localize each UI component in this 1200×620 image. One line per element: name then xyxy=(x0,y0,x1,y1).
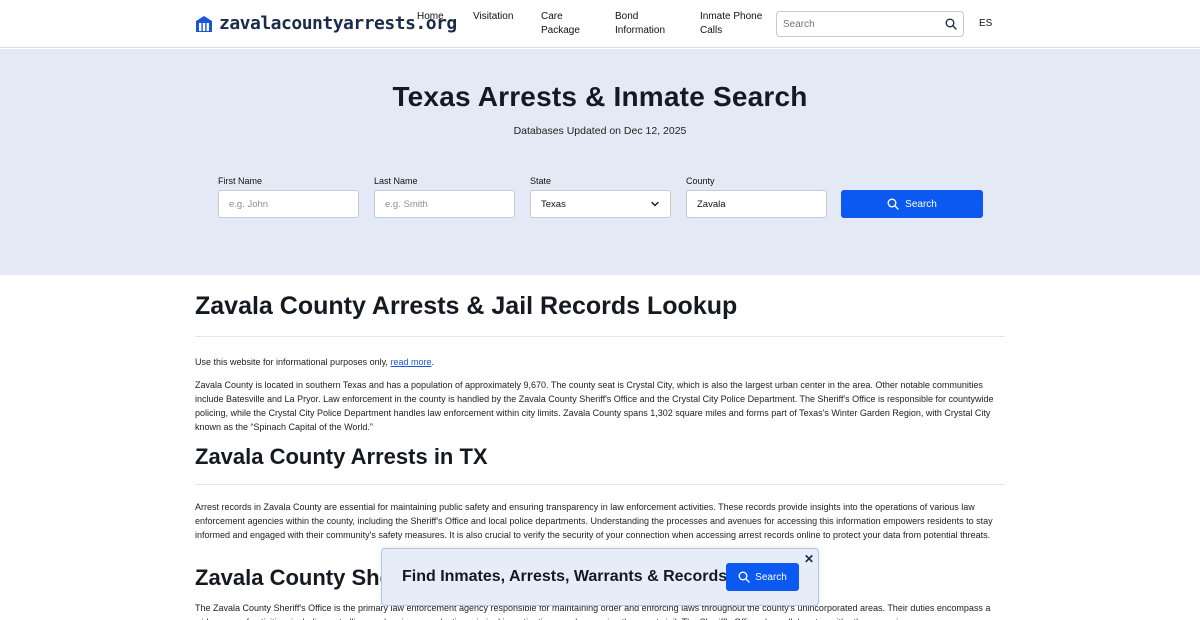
hero-search-section: Texas Arrests & Inmate Search Databases … xyxy=(0,49,1200,275)
hero-search-button-label: Search xyxy=(905,198,937,210)
nav-care-package[interactable]: Care Package xyxy=(541,10,586,38)
header-search xyxy=(776,11,964,37)
county-input[interactable] xyxy=(697,198,816,210)
divider xyxy=(195,484,1005,485)
search-icon xyxy=(738,571,750,583)
search-icon[interactable] xyxy=(945,18,957,30)
last-name-label: Last Name xyxy=(374,176,418,186)
section-heading-arrests: Zavala County Arrests in TX xyxy=(195,444,488,469)
last-name-field xyxy=(374,190,515,218)
state-value: Texas xyxy=(541,198,566,210)
county-field xyxy=(686,190,827,218)
first-name-label: First Name xyxy=(218,176,263,186)
language-toggle[interactable]: ES xyxy=(979,18,992,29)
sticky-bar-text: Find Inmates, Arrests, Warrants & Record… xyxy=(402,568,728,585)
county-label: County xyxy=(686,176,715,186)
nav-inmate-phone-calls[interactable]: Inmate Phone Calls xyxy=(700,10,764,38)
nav-home[interactable]: Home xyxy=(417,10,444,24)
sticky-search-button-label: Search xyxy=(755,571,787,583)
divider xyxy=(195,336,1005,337)
first-name-input[interactable] xyxy=(229,198,348,210)
disclaimer-notice: Use this website for informational purpo… xyxy=(195,355,1007,369)
nav-visitation[interactable]: Visitation xyxy=(473,10,513,24)
header-search-input[interactable] xyxy=(783,18,945,30)
building-icon xyxy=(196,15,212,32)
county-intro-paragraph: Zavala County is located in southern Tex… xyxy=(195,380,994,432)
nav-bond-information[interactable]: Bond Information xyxy=(615,10,673,38)
read-more-link[interactable]: read more xyxy=(390,357,431,367)
state-select[interactable]: Texas xyxy=(530,190,671,218)
state-label: State xyxy=(530,176,552,186)
sticky-search-button[interactable]: Search xyxy=(726,563,799,591)
hero-subtitle: Databases Updated on Dec 12, 2025 xyxy=(513,125,687,137)
sticky-search-bar: Find Inmates, Arrests, Warrants & Record… xyxy=(381,548,819,606)
hero-search-button[interactable]: Search xyxy=(841,190,983,218)
hero-title: Texas Arrests & Inmate Search xyxy=(392,81,808,112)
disclaimer-suffix: . xyxy=(431,357,434,367)
page-title: Zavala County Arrests & Jail Records Loo… xyxy=(195,292,738,320)
arrests-paragraph: Arrest records in Zavala County are esse… xyxy=(195,502,993,540)
chevron-down-icon xyxy=(651,201,659,207)
close-icon[interactable]: ✕ xyxy=(804,552,814,566)
disclaimer-text: Use this website for informational purpo… xyxy=(195,357,391,367)
search-icon xyxy=(887,198,899,210)
last-name-input[interactable] xyxy=(385,198,504,210)
site-header: zavalacountyarrests.org Home Visitation … xyxy=(0,0,1200,48)
first-name-field xyxy=(218,190,359,218)
